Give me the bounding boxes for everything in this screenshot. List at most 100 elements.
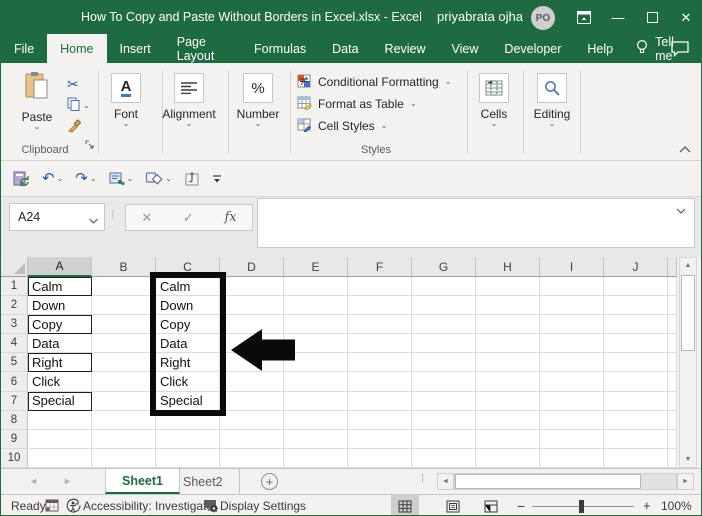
editing-group-button[interactable]: Editing ⌄ [522, 71, 582, 128]
format-as-table-button[interactable]: Format as Table ⌄ [297, 93, 451, 115]
grid-cell-b10[interactable] [92, 448, 156, 468]
column-header-b[interactable]: B [92, 257, 156, 277]
tab-formulas[interactable]: Formulas [241, 34, 319, 63]
grid-cell-h9[interactable] [476, 429, 540, 449]
scroll-up-icon[interactable]: ▲ [680, 258, 696, 273]
grid-cell-a9[interactable] [28, 429, 92, 449]
grid-cell-f8[interactable] [348, 410, 412, 430]
grid-cell-d6[interactable] [220, 372, 284, 392]
customize-qat-button[interactable] [208, 170, 226, 188]
grid-cell-d10[interactable] [220, 448, 284, 468]
touch-mouse-mode-button[interactable] [180, 168, 204, 190]
sheet-tab-sheet2[interactable]: Sheet2 [167, 469, 240, 494]
minimize-button[interactable]: — [601, 1, 635, 34]
grid-cell-e7[interactable] [284, 391, 348, 411]
grid-cell-c4[interactable]: Data [156, 334, 220, 354]
avatar[interactable]: PO [531, 6, 555, 30]
grid-cell-e6[interactable] [284, 372, 348, 392]
grid-cell-c9[interactable] [156, 429, 220, 449]
grid-cell-a5[interactable]: Right [28, 353, 92, 373]
grid-cell-e2[interactable] [284, 296, 348, 316]
grid-cell-e8[interactable] [284, 410, 348, 430]
grid-cell-f10[interactable] [348, 448, 412, 468]
grid-cell-d9[interactable] [220, 429, 284, 449]
row-header-8[interactable]: 8 [1, 410, 28, 430]
grid-cell-h10[interactable] [476, 448, 540, 468]
row-header-2[interactable]: 2 [1, 296, 28, 316]
column-header-h[interactable]: H [476, 257, 540, 277]
cancel-icon[interactable]: ✕ [141, 210, 152, 226]
grid-cell-g4[interactable] [412, 334, 476, 354]
tab-developer[interactable]: Developer [491, 34, 574, 63]
grid-cell-a2[interactable]: Down [28, 296, 92, 316]
number-group-button[interactable]: % Number ⌄ [227, 71, 289, 128]
tab-data[interactable]: Data [319, 34, 371, 63]
row-header-4[interactable]: 4 [1, 334, 28, 354]
grid-cell-j2[interactable] [604, 296, 668, 316]
grid-cell-f7[interactable] [348, 391, 412, 411]
sheet-nav-left-icon[interactable]: ◄ [29, 476, 38, 486]
grid-cell-c10[interactable] [156, 448, 220, 468]
horizontal-scrollbar[interactable] [454, 473, 677, 490]
row-header-3[interactable]: 3 [1, 315, 28, 335]
grid-cell-partial[interactable] [668, 315, 677, 335]
tab-page-layout[interactable]: Page Layout [164, 34, 241, 63]
grid-cell-e1[interactable] [284, 277, 348, 297]
grid-cell-i5[interactable] [540, 353, 604, 373]
grid-cell-b3[interactable] [92, 315, 156, 335]
grid-cell-i10[interactable] [540, 448, 604, 468]
grid-cell-j6[interactable] [604, 372, 668, 392]
autosave-workbook-button[interactable] [9, 168, 34, 190]
grid-cell-c2[interactable]: Down [156, 296, 220, 316]
comment-icon[interactable] [671, 41, 689, 62]
column-header-g[interactable]: G [412, 257, 476, 277]
grid-cell-b4[interactable] [92, 334, 156, 354]
grid-cell-j5[interactable] [604, 353, 668, 373]
grid-cell-h8[interactable] [476, 410, 540, 430]
grid-cell-partial[interactable] [668, 296, 677, 316]
name-box-dropdown-icon[interactable] [89, 213, 98, 227]
redo-button[interactable]: ↷ ⌄ [71, 169, 100, 189]
row-header-7[interactable]: 7 [1, 391, 28, 411]
vertical-scroll-thumb[interactable] [681, 275, 695, 351]
column-header-d[interactable]: D [220, 257, 284, 277]
grid-cell-g5[interactable] [412, 353, 476, 373]
grid-cell-b1[interactable] [92, 277, 156, 297]
grid-cell-j1[interactable] [604, 277, 668, 297]
grid-cell-i4[interactable] [540, 334, 604, 354]
grid-cell-d3[interactable] [220, 315, 284, 335]
tab-review[interactable]: Review [372, 34, 439, 63]
tab-home[interactable]: Home [47, 34, 107, 63]
grid-cell-c7[interactable]: Special [156, 391, 220, 411]
formula-bar-expand-icon[interactable] [676, 207, 686, 217]
grid-cell-a10[interactable] [28, 448, 92, 468]
grid-cell-h5[interactable] [476, 353, 540, 373]
grid-cell-h1[interactable] [476, 277, 540, 297]
form-controls-button[interactable]: ⌄ [105, 169, 138, 189]
row-header-6[interactable]: 6 [1, 372, 28, 392]
grid-cell-j4[interactable] [604, 334, 668, 354]
grid-cell-b5[interactable] [92, 353, 156, 373]
grid-cell-d8[interactable] [220, 410, 284, 430]
grid-cell-i6[interactable] [540, 372, 604, 392]
grid-cell-partial[interactable] [668, 277, 677, 297]
grid-cell-i3[interactable] [540, 315, 604, 335]
grid-cell-f3[interactable] [348, 315, 412, 335]
grid-cell-j8[interactable] [604, 410, 668, 430]
grid-cell-c8[interactable] [156, 410, 220, 430]
grid-cell-d4[interactable] [220, 334, 284, 354]
grid-cell-j9[interactable] [604, 429, 668, 449]
formula-bar-grip[interactable]: ⁞ [111, 208, 114, 222]
grid-cell-c6[interactable]: Click [156, 372, 220, 392]
column-header-f[interactable]: F [348, 257, 412, 277]
column-header-i[interactable]: I [540, 257, 604, 277]
grid-cell-g2[interactable] [412, 296, 476, 316]
grid-cell-g3[interactable] [412, 315, 476, 335]
column-header-j[interactable]: J [604, 257, 668, 277]
grid-cell-f4[interactable] [348, 334, 412, 354]
grid-cell-b7[interactable] [92, 391, 156, 411]
grid-cell-g9[interactable] [412, 429, 476, 449]
grid-cell-partial[interactable] [668, 429, 677, 449]
paste-chevron-icon[interactable]: ⌄ [13, 123, 61, 131]
macro-record-icon[interactable] [45, 499, 59, 515]
